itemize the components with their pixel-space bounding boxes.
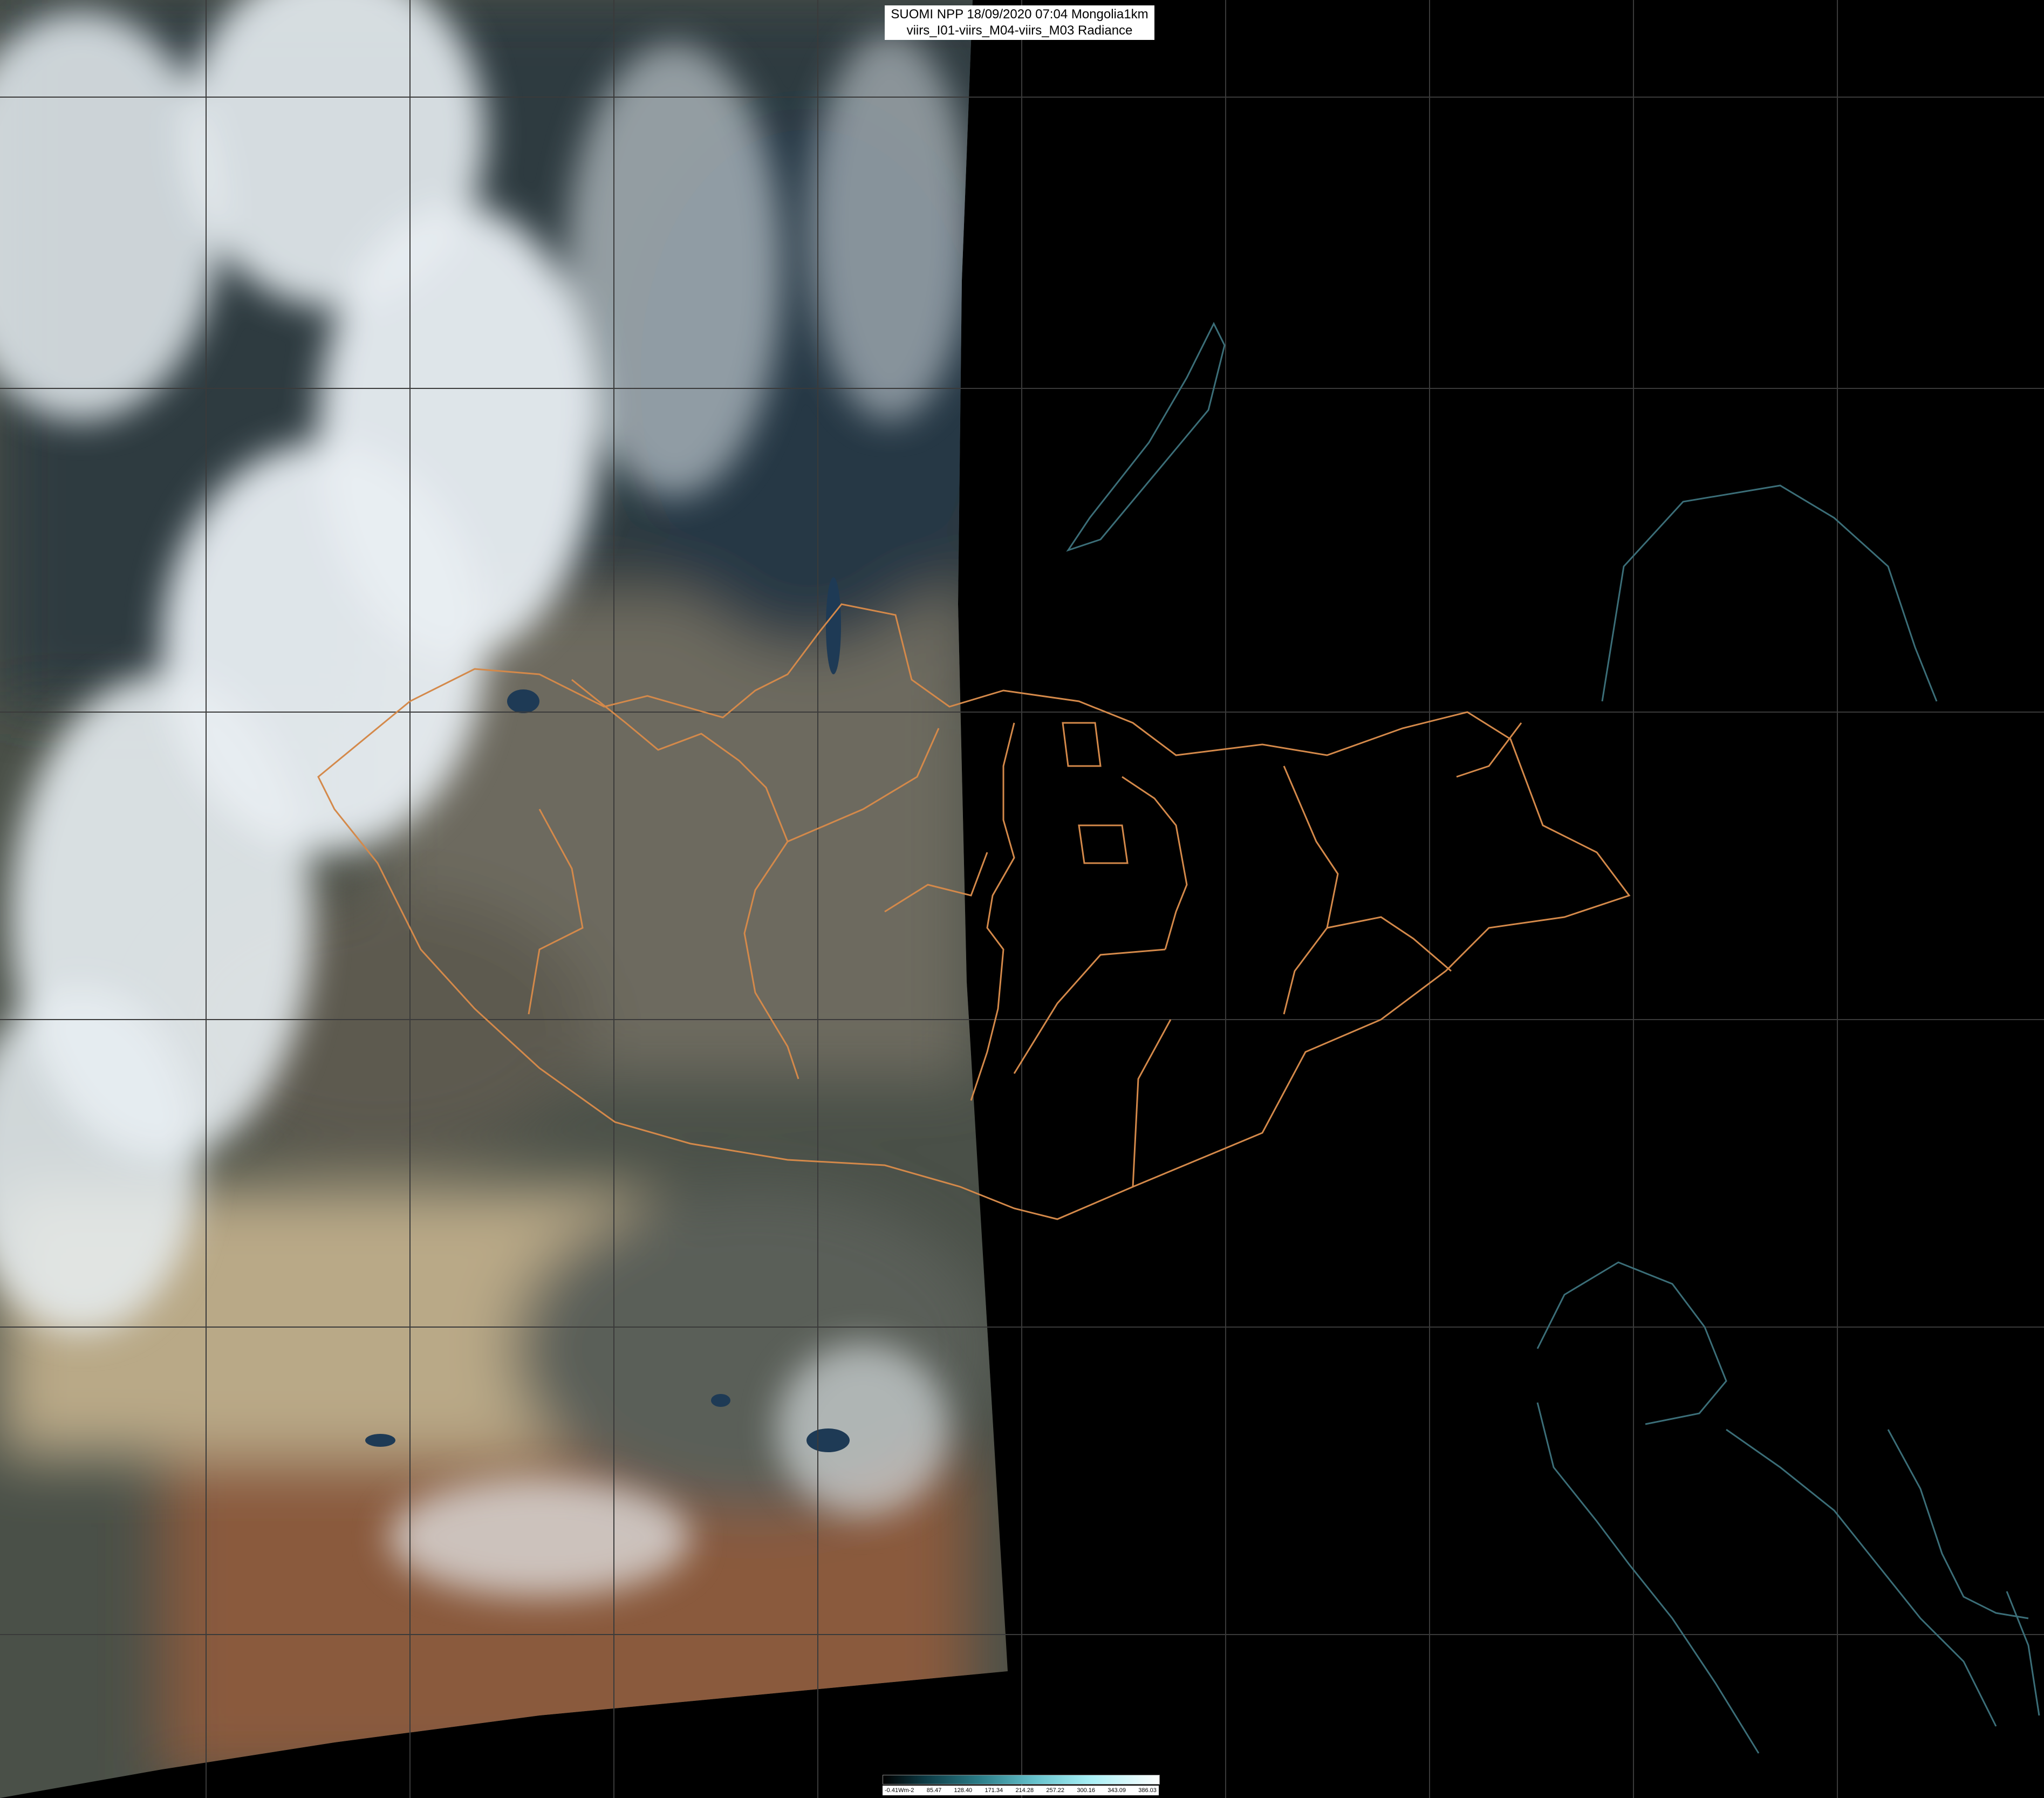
satellite-swath	[0, 0, 1008, 1798]
colorbar-tick: 257.22	[1046, 1787, 1065, 1794]
colorbar-tick: 300.16	[1077, 1787, 1095, 1794]
title-line-1: SUOMI NPP 18/09/2020 07:04 Mongolia1km	[891, 7, 1149, 22]
coastlines	[1066, 322, 2040, 1754]
colorbar-tick: -0.41Wm-2	[885, 1787, 914, 1794]
title-line-2: viirs_I01-viirs_M04-viirs_M03 Radiance	[906, 23, 1133, 38]
colorbar-tick: 214.28	[1015, 1787, 1034, 1794]
satellite-map	[0, 0, 2044, 1798]
satellite-image-viewer: SUOMI NPP 18/09/2020 07:04 Mongolia1km v…	[0, 0, 2044, 1798]
colorbar-tick: 128.40	[954, 1787, 973, 1794]
radiance-colorbar	[883, 1775, 1160, 1785]
colorbar-tick: 171.34	[985, 1787, 1003, 1794]
colorbar-tick-labels: -0.41Wm-2 85.47 128.40 171.34 214.28 257…	[883, 1786, 1159, 1795]
colorbar-tick: 85.47	[926, 1787, 942, 1794]
image-title-label: SUOMI NPP 18/09/2020 07:04 Mongolia1km v…	[885, 5, 1154, 40]
colorbar-tick: 386.03	[1138, 1787, 1157, 1794]
colorbar-tick: 343.09	[1108, 1787, 1126, 1794]
inner-enclave-1	[1062, 722, 1129, 864]
